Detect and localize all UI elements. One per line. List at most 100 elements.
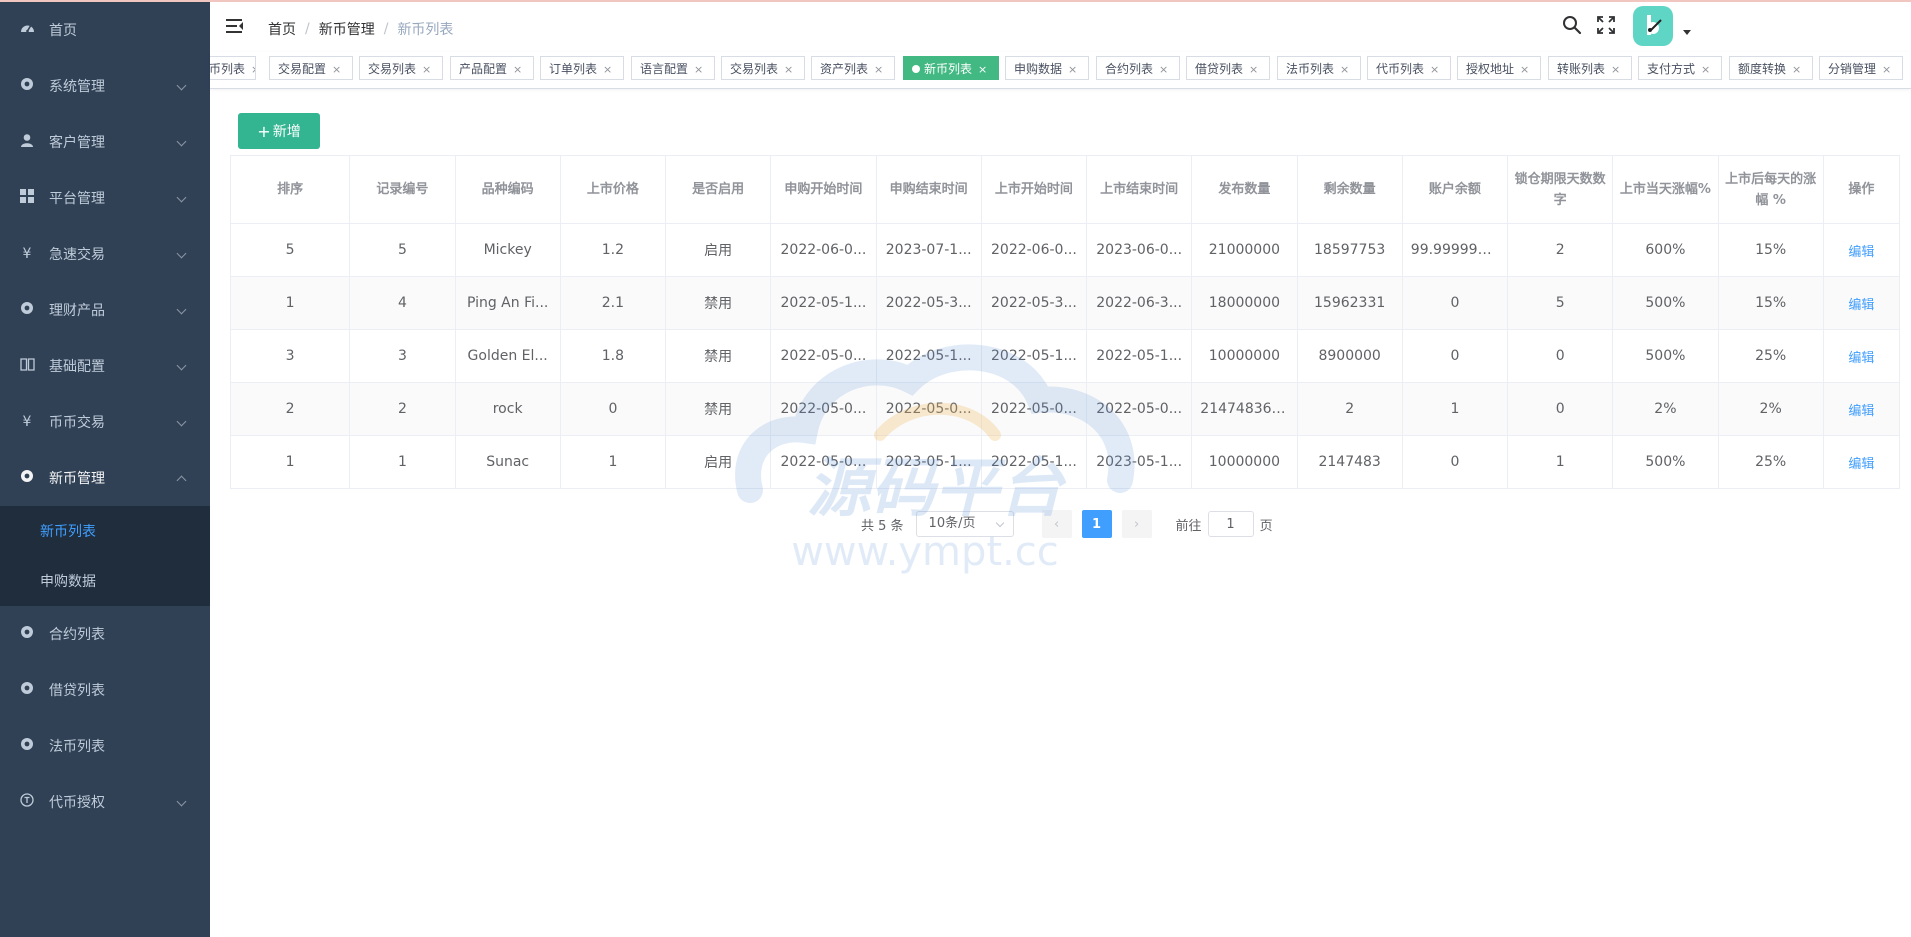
- sidebar-item-label: 借贷列表: [49, 683, 105, 699]
- tag-item[interactable]: 币列表 ×: [210, 56, 256, 80]
- cell-daily-rise: 25%: [1717, 435, 1824, 489]
- close-icon[interactable]: ×: [694, 63, 703, 76]
- search-icon[interactable]: [1562, 15, 1582, 35]
- tag-item[interactable]: 交易列表 ×: [721, 56, 805, 80]
- tag-item[interactable]: 产品配置 ×: [450, 56, 534, 80]
- tag-item[interactable]: 合约列表 ×: [1096, 56, 1180, 80]
- column-header: 操作: [1822, 155, 1901, 224]
- close-icon[interactable]: ×: [1068, 63, 1077, 76]
- cell-list-start: 2022-05-3...: [980, 276, 1088, 330]
- edit-button[interactable]: 编辑: [1848, 351, 1874, 366]
- tag-label: 代币列表: [1376, 62, 1425, 76]
- gear-icon: [18, 681, 36, 699]
- cell-sub-start: 2022-06-0...: [770, 223, 877, 277]
- column-header: 发布数量: [1191, 155, 1298, 224]
- tag-item[interactable]: 法币列表 ×: [1277, 56, 1361, 80]
- tag-item[interactable]: 借贷列表 ×: [1186, 56, 1270, 80]
- edit-button[interactable]: 编辑: [1848, 245, 1874, 260]
- prev-page-button[interactable]: ‹: [1041, 510, 1072, 538]
- close-icon[interactable]: ×: [1611, 63, 1620, 76]
- tag-item[interactable]: 交易配置 ×: [269, 56, 353, 80]
- sidebar-item-fiat[interactable]: 法币列表: [0, 718, 210, 774]
- sidebar-item-home[interactable]: 首页: [0, 2, 210, 58]
- edit-button[interactable]: 编辑: [1848, 404, 1874, 419]
- sidebar-item-wealth[interactable]: 理财产品: [0, 282, 210, 338]
- tag-label: 币列表: [210, 62, 246, 76]
- chevron-down-icon: [176, 248, 187, 259]
- breadcrumb-home[interactable]: 首页: [268, 19, 296, 39]
- edit-button[interactable]: 编辑: [1848, 457, 1874, 472]
- sidebar-item-coin-trade[interactable]: ¥ 币币交易: [0, 394, 210, 450]
- tag-label: 语言配置: [640, 62, 689, 76]
- sidebar-item-quick-trade[interactable]: ¥ 急速交易: [0, 226, 210, 282]
- close-icon[interactable]: ×: [422, 63, 431, 76]
- tag-item[interactable]: 额度转换 ×: [1729, 56, 1813, 80]
- page-size-select[interactable]: 10条/页: [915, 511, 1014, 537]
- cell-balance: 0: [1401, 329, 1509, 383]
- close-icon[interactable]: ×: [1882, 63, 1891, 76]
- tag-item[interactable]: 资产列表 ×: [811, 56, 895, 80]
- close-icon[interactable]: ×: [1701, 63, 1710, 76]
- submenu-item-subscription-data[interactable]: 申购数据: [0, 556, 210, 606]
- close-icon[interactable]: ×: [513, 63, 522, 76]
- add-button[interactable]: + 新增: [238, 113, 320, 149]
- tag-item[interactable]: 语言配置 ×: [631, 56, 715, 80]
- tag-item[interactable]: 转账列表 ×: [1548, 56, 1632, 80]
- close-icon[interactable]: ×: [332, 63, 341, 76]
- sidebar-item-system[interactable]: 系统管理: [0, 58, 210, 114]
- close-icon[interactable]: ×: [1340, 63, 1349, 76]
- cell-code: Ping An Fi...: [454, 276, 561, 330]
- goto-page-input[interactable]: [1207, 511, 1254, 537]
- cell-status: 启用: [665, 435, 772, 489]
- tag-item[interactable]: 支付方式 ×: [1638, 56, 1722, 80]
- cell-status: 禁用: [665, 329, 772, 383]
- breadcrumb-new-coin[interactable]: 新币管理: [319, 19, 375, 39]
- sidebar-item-new-coin[interactable]: 新币管理: [0, 450, 210, 506]
- close-icon[interactable]: ×: [603, 63, 612, 76]
- page-number-current[interactable]: 1: [1081, 510, 1112, 538]
- sidebar-item-loans[interactable]: 借贷列表: [0, 662, 210, 718]
- submenu-item-new-coin-list[interactable]: 新币列表: [0, 506, 210, 556]
- close-icon[interactable]: ×: [251, 63, 255, 76]
- tag-item[interactable]: 交易列表 ×: [359, 56, 443, 80]
- sidebar-item-token-auth[interactable]: 代币授权: [0, 774, 210, 830]
- close-icon[interactable]: ×: [1249, 63, 1258, 76]
- tag-item[interactable]: 分销管理 ×: [1819, 56, 1903, 80]
- close-icon[interactable]: ×: [978, 63, 987, 76]
- sidebar-item-platform[interactable]: 平台管理: [0, 170, 210, 226]
- next-page-button[interactable]: ›: [1121, 510, 1152, 538]
- column-header: 申购开始时间: [770, 155, 877, 224]
- cell-action: 编辑: [1822, 382, 1901, 436]
- close-icon[interactable]: ×: [874, 63, 883, 76]
- breadcrumb: 首页 / 新币管理 / 新币列表: [268, 19, 453, 39]
- tag-item[interactable]: 代币列表 ×: [1367, 56, 1451, 80]
- edit-button[interactable]: 编辑: [1848, 298, 1874, 313]
- column-header: 上市价格: [559, 155, 667, 224]
- avatar[interactable]: [1633, 6, 1673, 46]
- cell-lock-days: 5: [1507, 276, 1614, 330]
- sidebar-item-basic-config[interactable]: 基础配置: [0, 338, 210, 394]
- cell-code: rock: [454, 382, 561, 436]
- tag-label: 交易列表: [368, 62, 417, 76]
- close-icon[interactable]: ×: [1430, 63, 1439, 76]
- tag-label: 法币列表: [1286, 62, 1335, 76]
- sidebar-item-contracts[interactable]: 合约列表: [0, 606, 210, 662]
- tag-item-active[interactable]: 新币列表 ×: [903, 56, 999, 80]
- tag-label: 转账列表: [1557, 62, 1606, 76]
- hamburger-icon[interactable]: [226, 19, 244, 33]
- goto-label: 前往: [1175, 518, 1202, 534]
- tag-item[interactable]: 订单列表 ×: [540, 56, 624, 80]
- close-icon[interactable]: ×: [1792, 63, 1801, 76]
- cell-sort: 3: [229, 329, 351, 383]
- cell-issued: 10000000: [1191, 435, 1298, 489]
- close-icon[interactable]: ×: [784, 63, 793, 76]
- close-icon[interactable]: ×: [1159, 63, 1168, 76]
- chevron-down-icon: [176, 360, 187, 371]
- tag-item[interactable]: 申购数据 ×: [1005, 56, 1089, 80]
- close-icon[interactable]: ×: [1520, 63, 1529, 76]
- gear-icon: [18, 625, 36, 643]
- sidebar-item-customers[interactable]: 客户管理: [0, 114, 210, 170]
- caret-down-icon[interactable]: [1683, 30, 1691, 35]
- fullscreen-icon[interactable]: [1597, 16, 1615, 34]
- tag-item[interactable]: 授权地址 ×: [1457, 56, 1541, 80]
